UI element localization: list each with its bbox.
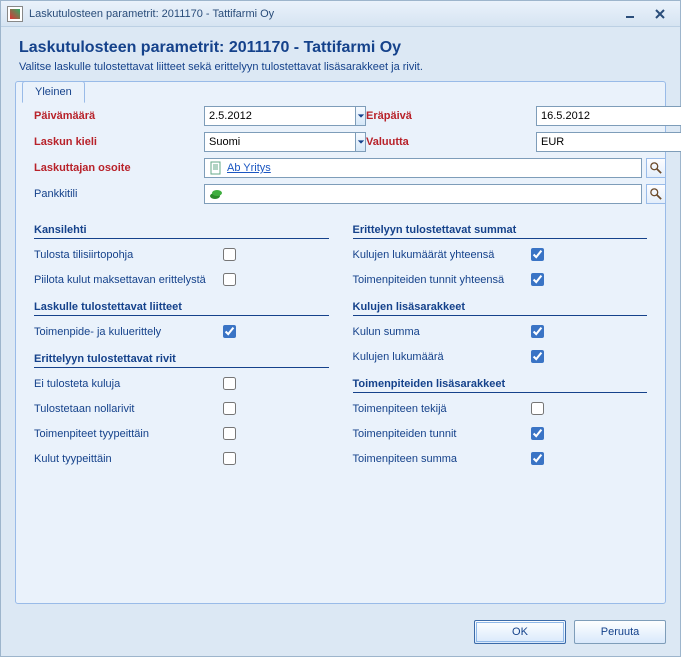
page-subtitle: Valitse laskulle tulostettavat liitteet …: [19, 61, 662, 73]
cancel-button[interactable]: Peruuta: [574, 620, 666, 644]
chk-label: Kulun summa: [353, 326, 420, 338]
close-button[interactable]: [646, 6, 674, 22]
bank-label: Pankkitili: [34, 188, 204, 200]
chk-label: Toimenpiteen tekijä: [353, 403, 447, 415]
date-combo[interactable]: [204, 106, 366, 126]
currency-input[interactable]: [536, 132, 681, 152]
lang-input[interactable]: [204, 132, 356, 152]
currency-label: Valuutta: [366, 136, 536, 148]
action-hours-total-checkbox[interactable]: [531, 273, 544, 286]
search-button[interactable]: [646, 158, 666, 178]
lang-combo[interactable]: [204, 132, 366, 152]
biller-addr-link[interactable]: Ab Yritys: [227, 162, 271, 174]
window-title: Laskutulosteen parametrit: 2011170 - Tat…: [29, 8, 614, 20]
chk-label: Toimenpide- ja kuluerittely: [34, 326, 161, 338]
chevron-down-icon[interactable]: [356, 106, 366, 126]
expense-sum-checkbox[interactable]: [531, 325, 544, 338]
section-heading: Kansilehti: [34, 224, 329, 239]
chk-label: Toimenpiteet tyypeittäin: [34, 428, 149, 440]
search-button[interactable]: [646, 184, 666, 204]
dialog-footer: OK Peruuta: [1, 612, 680, 656]
chk-label: Kulut tyypeittäin: [34, 453, 112, 465]
tab-panel: Yleinen Päivämäärä Eräpäivä Laskun kieli: [15, 81, 666, 604]
due-label: Eräpäivä: [366, 110, 536, 122]
hide-expenses-checkbox[interactable]: [223, 273, 236, 286]
top-form: Päivämäärä Eräpäivä Laskun kieli Valuutt…: [34, 106, 647, 204]
no-expenses-checkbox[interactable]: [223, 377, 236, 390]
minimize-button[interactable]: [616, 6, 644, 22]
date-input[interactable]: [204, 106, 356, 126]
print-zero-rows-checkbox[interactable]: [223, 402, 236, 415]
expenses-by-type-checkbox[interactable]: [223, 452, 236, 465]
dialog-window: Laskutulosteen parametrit: 2011170 - Tat…: [0, 0, 681, 657]
section-heading: Laskulle tulostettavat liitteet: [34, 301, 329, 316]
search-icon: [650, 162, 662, 174]
title-bar: Laskutulosteen parametrit: 2011170 - Tat…: [1, 1, 680, 27]
chk-label: Toimenpiteiden tunnit yhteensä: [353, 274, 505, 286]
money-icon: [209, 187, 223, 201]
due-combo[interactable]: [536, 106, 666, 126]
tab-general[interactable]: Yleinen: [22, 81, 85, 103]
expense-count-checkbox[interactable]: [531, 350, 544, 363]
ok-button[interactable]: OK: [474, 620, 566, 644]
expense-count-total-checkbox[interactable]: [531, 248, 544, 261]
section-heading: Toimenpiteiden lisäsarakkeet: [353, 378, 648, 393]
chk-label: Kulujen lukumäärät yhteensä: [353, 249, 495, 261]
biller-addr-label: Laskuttajan osoite: [34, 162, 204, 174]
right-column: Erittelyyn tulostettavat summat Kulujen …: [353, 218, 648, 468]
section-heading: Kulujen lisäsarakkeet: [353, 301, 648, 316]
chk-label: Piilota kulut maksettavan erittelystä: [34, 274, 206, 286]
page-title: Laskutulosteen parametrit: 2011170 - Tat…: [19, 39, 662, 57]
action-author-checkbox[interactable]: [531, 402, 544, 415]
print-transfer-checkbox[interactable]: [223, 248, 236, 261]
document-icon: [209, 161, 223, 175]
chevron-down-icon[interactable]: [356, 132, 366, 152]
biller-addr-field[interactable]: Ab Yritys: [204, 158, 642, 178]
action-hours-checkbox[interactable]: [531, 427, 544, 440]
chk-label: Tulostetaan nollarivit: [34, 403, 134, 415]
header-area: Laskutulosteen parametrit: 2011170 - Tat…: [1, 27, 680, 81]
action-sum-checkbox[interactable]: [531, 452, 544, 465]
left-column: Kansilehti Tulosta tilisiirtopohja Piilo…: [34, 218, 329, 468]
due-input[interactable]: [536, 106, 681, 126]
chk-label: Toimenpiteiden tunnit: [353, 428, 457, 440]
activity-expense-spec-checkbox[interactable]: [223, 325, 236, 338]
chk-label: Toimenpiteen summa: [353, 453, 458, 465]
actions-by-type-checkbox[interactable]: [223, 427, 236, 440]
bank-field[interactable]: [204, 184, 642, 204]
date-label: Päivämäärä: [34, 110, 204, 122]
chk-label: Ei tulosteta kuluja: [34, 378, 120, 390]
search-icon: [650, 188, 662, 200]
app-icon: [7, 6, 23, 22]
section-heading: Erittelyyn tulostettavat rivit: [34, 353, 329, 368]
currency-combo[interactable]: [536, 132, 666, 152]
sections: Kansilehti Tulosta tilisiirtopohja Piilo…: [34, 218, 647, 468]
chk-label: Tulosta tilisiirtopohja: [34, 249, 133, 261]
content-area: Yleinen Päivämäärä Eräpäivä Laskun kieli: [1, 81, 680, 612]
section-heading: Erittelyyn tulostettavat summat: [353, 224, 648, 239]
lang-label: Laskun kieli: [34, 136, 204, 148]
chk-label: Kulujen lukumäärä: [353, 351, 444, 363]
